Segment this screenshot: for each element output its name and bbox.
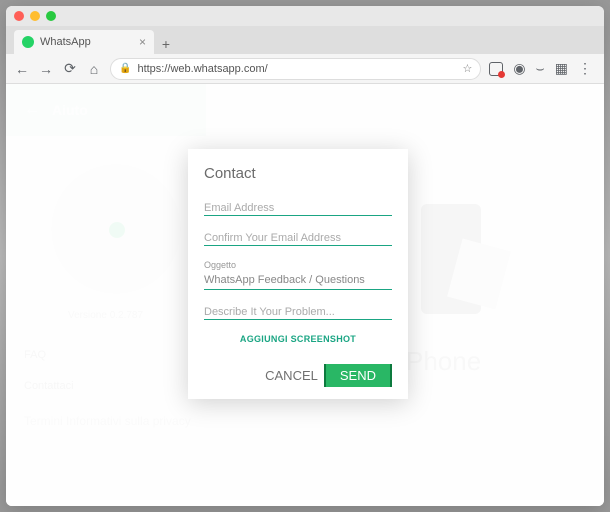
add-screenshot-button[interactable]: AGGIUNGI SCREENSHOT bbox=[204, 334, 392, 344]
email-field-group: Email Address bbox=[204, 200, 392, 216]
url-text: https://web.whatsapp.com/ bbox=[137, 63, 267, 75]
apps-icon[interactable]: ▦ bbox=[555, 60, 568, 77]
page-content: ← Aiuto Versione 0.2.787 FAQ Contattaci … bbox=[6, 84, 604, 506]
tab-strip: WhatsApp × + bbox=[6, 26, 604, 54]
forward-icon[interactable]: → bbox=[38, 61, 54, 77]
window-controls bbox=[14, 11, 56, 21]
menu-icon[interactable]: ⋮ bbox=[578, 60, 592, 77]
window-close-button[interactable] bbox=[14, 11, 24, 21]
email-input[interactable]: Email Address bbox=[204, 200, 392, 216]
address-bar[interactable]: 🔒 https://web.whatsapp.com/ ☆ bbox=[110, 58, 481, 80]
confirm-email-input[interactable]: Confirm Your Email Address bbox=[204, 230, 392, 246]
bookmark-star-icon[interactable]: ☆ bbox=[462, 62, 472, 75]
tab-title: WhatsApp bbox=[40, 36, 91, 48]
browser-tab[interactable]: WhatsApp × bbox=[14, 30, 154, 54]
subject-field-group: Oggetto bbox=[204, 260, 392, 290]
new-tab-button[interactable]: + bbox=[154, 36, 178, 54]
describe-field-group: Describe It Your Problem... bbox=[204, 304, 392, 320]
subject-input[interactable] bbox=[204, 270, 392, 290]
confirm-email-field-group: Confirm Your Email Address bbox=[204, 230, 392, 246]
browser-window: WhatsApp × + ← → ⟳ ⌂ 🔒 https://web.whats… bbox=[6, 6, 604, 506]
modal-actions: CANCEL SEND bbox=[204, 364, 392, 387]
account-icon[interactable]: ◉ bbox=[513, 60, 525, 77]
send-button[interactable]: SEND bbox=[324, 364, 392, 387]
home-icon[interactable]: ⌂ bbox=[86, 61, 102, 77]
close-tab-icon[interactable]: × bbox=[139, 35, 146, 49]
whatsapp-favicon bbox=[22, 36, 34, 48]
email-placeholder: Email Address bbox=[204, 202, 274, 214]
toolbar-icons: ◉ ⌣ ▦ ⋮ bbox=[489, 60, 596, 77]
contact-modal: Contact Email Address Confirm Your Email… bbox=[188, 149, 408, 399]
window-titlebar bbox=[6, 6, 604, 26]
browser-toolbar: ← → ⟳ ⌂ 🔒 https://web.whatsapp.com/ ☆ ◉ … bbox=[6, 54, 604, 84]
confirm-email-placeholder: Confirm Your Email Address bbox=[204, 232, 341, 244]
back-icon[interactable]: ← bbox=[14, 61, 30, 77]
reload-icon[interactable]: ⟳ bbox=[62, 60, 78, 77]
pocket-icon[interactable]: ⌣ bbox=[536, 60, 545, 77]
window-minimize-button[interactable] bbox=[30, 11, 40, 21]
describe-placeholder: Describe It Your Problem... bbox=[204, 306, 335, 318]
describe-input[interactable]: Describe It Your Problem... bbox=[204, 304, 392, 320]
subject-label: Oggetto bbox=[204, 260, 392, 270]
cancel-button[interactable]: CANCEL bbox=[261, 364, 322, 387]
lock-icon: 🔒 bbox=[119, 63, 131, 74]
extension-icon[interactable] bbox=[489, 62, 503, 76]
modal-title: Contact bbox=[204, 165, 392, 182]
window-maximize-button[interactable] bbox=[46, 11, 56, 21]
